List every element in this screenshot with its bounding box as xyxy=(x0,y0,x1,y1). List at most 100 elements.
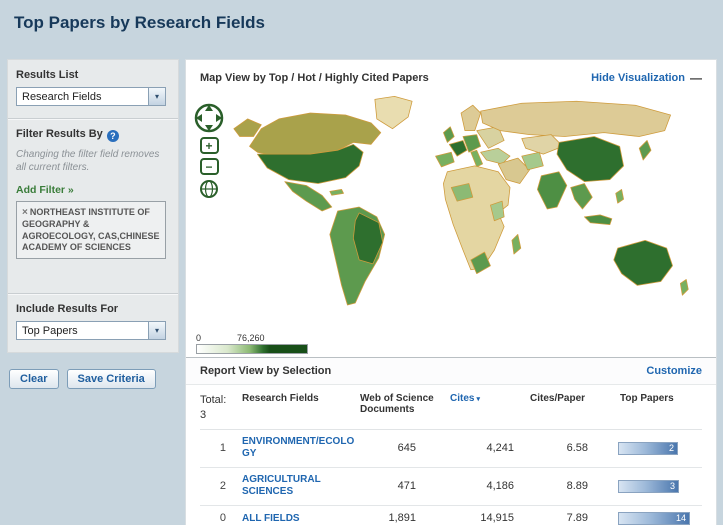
report-view-title: Report View by Selection xyxy=(200,365,332,377)
visualization-header: Map View by Top / Hot / Highly Cited Pap… xyxy=(186,60,716,93)
row-cites-per-paper: 7.89 xyxy=(566,512,588,525)
clear-button[interactable]: Clear xyxy=(9,369,59,390)
report-header: Report View by Selection Customize xyxy=(186,357,716,385)
row-top-papers-cell: 3 xyxy=(606,479,702,493)
page-title: Top Papers by Research Fields xyxy=(14,13,265,32)
region-india[interactable] xyxy=(537,171,568,210)
hide-visualization-link[interactable]: Hide Visualization xyxy=(591,72,685,84)
region-greenland[interactable] xyxy=(374,96,413,130)
region-central-asia[interactable] xyxy=(521,134,564,155)
save-criteria-button[interactable]: Save Criteria xyxy=(66,369,156,390)
map-legend: 0 76,260 xyxy=(196,333,308,354)
results-list-value: Research Fields xyxy=(22,90,102,103)
top-papers-value: 3 xyxy=(669,481,675,492)
region-iberia[interactable] xyxy=(435,151,455,168)
table-row: 2 AGRICULTURAL SCIENCES 471 4,186 8.89 3 xyxy=(200,468,702,506)
filter-note: Changing the filter field removes all cu… xyxy=(16,149,160,173)
region-japan[interactable] xyxy=(638,140,652,161)
row-field-cell: ENVIRONMENT/ECOLOGY xyxy=(242,436,360,461)
region-china[interactable] xyxy=(556,136,624,182)
help-icon[interactable]: ? xyxy=(106,130,119,142)
chevron-down-icon[interactable]: ▾ xyxy=(148,88,165,105)
region-indonesia[interactable] xyxy=(584,214,613,226)
region-madagascar[interactable] xyxy=(511,234,522,255)
top-papers-bar: 2 xyxy=(618,441,678,455)
include-results-select[interactable]: Top Papers ▾ xyxy=(16,321,166,341)
top-papers-bar: 14 xyxy=(618,511,690,525)
row-docs: 1,891 xyxy=(388,512,416,525)
total-label: Total: xyxy=(200,394,227,406)
customize-link[interactable]: Customize xyxy=(646,365,702,377)
region-russia[interactable] xyxy=(480,100,671,137)
collapse-minus-icon[interactable]: — xyxy=(690,71,702,85)
row-cites: 4,186 xyxy=(486,480,514,493)
results-list-section: Results List Research Fields ▾ xyxy=(8,60,178,118)
legend-max-label: 76,260 xyxy=(237,333,265,343)
filter-by-label: Filter Results By? xyxy=(16,128,170,142)
sidebar-actions: Clear Save Criteria xyxy=(7,369,179,390)
region-canada[interactable] xyxy=(249,112,382,157)
row-rank: 1 xyxy=(219,442,226,455)
include-results-label: Include Results For xyxy=(16,303,119,316)
remove-filter-icon[interactable]: × xyxy=(22,207,28,218)
col-research-fields: Research Fields xyxy=(242,393,319,404)
zoom-in-button[interactable]: + xyxy=(199,137,219,154)
row-cites: 14,915 xyxy=(480,512,514,525)
field-link[interactable]: ENVIRONMENT/ECOLOGY xyxy=(242,436,360,461)
top-papers-value: 14 xyxy=(675,513,686,524)
world-map-choropleth[interactable] xyxy=(228,93,698,325)
hide-visualization[interactable]: Hide Visualization — xyxy=(591,71,702,85)
row-rank: 0 xyxy=(219,512,226,525)
row-cites: 4,241 xyxy=(486,442,514,455)
chevron-down-icon[interactable]: ▾ xyxy=(148,322,165,340)
results-list-select[interactable]: Research Fields ▾ xyxy=(16,87,166,106)
table-row: 0 ALL FIELDS 1,891 14,915 7.89 14 xyxy=(200,506,702,525)
row-rank: 2 xyxy=(219,480,226,493)
top-papers-bar: 3 xyxy=(618,479,679,493)
row-docs: 471 xyxy=(397,480,416,493)
row-top-papers-cell: 14 xyxy=(606,511,702,525)
map-controls: + − xyxy=(193,103,225,199)
map-reset-globe-icon[interactable] xyxy=(199,179,219,199)
total-value: 3 xyxy=(200,408,207,421)
region-new-zealand[interactable] xyxy=(679,279,689,296)
row-field-cell: ALL FIELDS xyxy=(242,512,360,525)
field-link[interactable]: AGRICULTURAL SCIENCES xyxy=(242,474,360,499)
field-link[interactable]: ALL FIELDS xyxy=(242,513,300,525)
region-caribbean[interactable] xyxy=(329,189,344,196)
results-list-label: Results List xyxy=(16,69,79,81)
region-alaska[interactable] xyxy=(233,118,262,137)
sort-down-icon: ▾ xyxy=(476,396,480,403)
map-pan-control[interactable] xyxy=(194,103,224,133)
region-uk[interactable] xyxy=(443,126,455,143)
col-cites-sortable[interactable]: Cites ▾ xyxy=(450,393,522,404)
map-region: + − 0 76,260 xyxy=(186,93,716,357)
add-filter-link[interactable]: Add Filter » xyxy=(16,184,74,196)
col-cites-per-paper: Cites/Paper xyxy=(530,393,586,404)
col-top-papers: Top Papers xyxy=(620,393,674,404)
zoom-out-button[interactable]: − xyxy=(199,158,219,175)
legend-labels: 0 76,260 xyxy=(196,333,308,343)
region-southeast-asia[interactable] xyxy=(570,183,593,210)
legend-gradient-bar xyxy=(196,344,308,354)
sidebar: Results List Research Fields ▾ Filter Re… xyxy=(7,59,179,354)
region-scandinavia[interactable] xyxy=(460,104,482,132)
main-panel: Map View by Top / Hot / Highly Cited Pap… xyxy=(185,59,717,525)
region-australia[interactable] xyxy=(613,239,673,286)
filter-section: Filter Results By? Changing the filter f… xyxy=(8,118,178,293)
top-papers-value: 2 xyxy=(668,443,674,454)
row-top-papers-cell: 2 xyxy=(606,441,702,455)
row-docs: 645 xyxy=(397,442,416,455)
map-view-title: Map View by Top / Hot / Highly Cited Pap… xyxy=(200,72,429,84)
table-row: 1 ENVIRONMENT/ECOLOGY 645 4,241 6.58 2 xyxy=(200,430,702,468)
region-philippines[interactable] xyxy=(615,189,624,204)
report-table: Total: 3 Research Fields Web of Science … xyxy=(186,385,716,525)
row-cites-per-paper: 8.89 xyxy=(566,480,588,493)
layout: Results List Research Fields ▾ Filter Re… xyxy=(0,59,723,525)
col-wos-documents: Web of Science Documents xyxy=(360,393,434,415)
active-filter-text: NORTHEAST INSTITUTE OF GEOGRAPHY & AGROE… xyxy=(22,207,160,253)
active-filter-chip: × NORTHEAST INSTITUTE OF GEOGRAPHY & AGRO… xyxy=(16,201,166,260)
total-count: Total: 3 xyxy=(200,393,242,423)
row-field-cell: AGRICULTURAL SCIENCES xyxy=(242,474,360,499)
region-mexico[interactable] xyxy=(284,181,333,212)
